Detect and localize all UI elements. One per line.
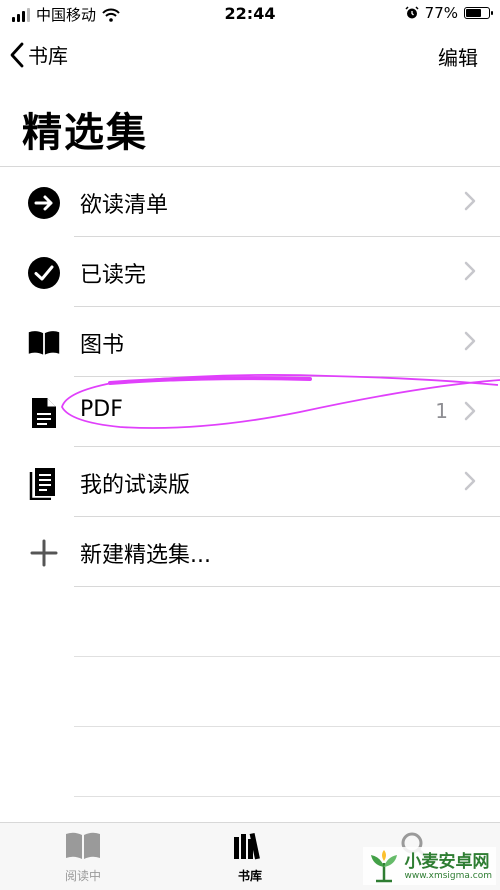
- back-label: 书库: [28, 44, 68, 68]
- nav-bar: 书库 编辑: [0, 30, 500, 80]
- plus-icon: [27, 536, 61, 570]
- chevron-left-icon: [10, 42, 24, 67]
- sample-pages-icon: [27, 466, 61, 500]
- empty-row: [0, 657, 500, 727]
- watermark: 小麦安卓网 www.xmsigma.com: [362, 847, 496, 885]
- list-item-label: 新建精选集...: [80, 543, 211, 568]
- document-icon: [27, 396, 61, 430]
- empty-row: [0, 587, 500, 657]
- chevron-right-icon: [464, 401, 476, 421]
- book-open-icon: [66, 832, 100, 859]
- tab-reading-now[interactable]: 阅读中: [33, 831, 133, 884]
- chevron-right-icon: [464, 261, 476, 281]
- alarm-icon: [405, 6, 419, 19]
- page-title: 精选集: [22, 110, 148, 156]
- tab-label: 阅读中: [64, 869, 101, 883]
- arrow-right-circle-icon: [27, 186, 61, 220]
- battery-fill: [466, 9, 482, 17]
- list-item-pdf[interactable]: PDF 1: [0, 377, 500, 447]
- watermark-name: 小麦安卓网: [404, 851, 490, 872]
- chevron-right-icon: [464, 471, 476, 491]
- list-item-label: PDF: [80, 397, 123, 422]
- list-item-samples[interactable]: 我的试读版: [0, 447, 500, 517]
- chevron-right-icon: [464, 191, 476, 211]
- list-item-label: 欲读清单: [80, 193, 169, 218]
- book-open-icon: [27, 326, 61, 360]
- back-button[interactable]: 书库: [10, 40, 68, 69]
- list-item-label: 图书: [80, 333, 125, 358]
- new-collection-button[interactable]: 新建精选集...: [0, 517, 500, 587]
- plant-logo-icon: [370, 850, 397, 883]
- battery-icon: [464, 7, 493, 19]
- status-bar: 中国移动 22:44 77%: [0, 0, 500, 30]
- tab-label: 书库: [237, 869, 262, 883]
- list-item-count: 1: [435, 399, 448, 423]
- list-item-finished[interactable]: 已读完: [0, 237, 500, 307]
- watermark-url: www.xmsigma.com: [404, 870, 492, 881]
- list-item-label: 已读完: [80, 263, 147, 288]
- battery-percent: 77%: [424, 4, 458, 22]
- list-item-books[interactable]: 图书: [0, 307, 500, 377]
- edit-button[interactable]: 编辑: [438, 42, 478, 71]
- chevron-right-icon: [464, 331, 476, 351]
- checkmark-circle-icon: [27, 256, 61, 290]
- tab-library[interactable]: 书库: [200, 831, 300, 884]
- list-item-label: 我的试读版: [80, 473, 191, 498]
- status-right: 77%: [405, 4, 493, 22]
- list-item-want-to-read[interactable]: 欲读清单: [0, 167, 500, 237]
- empty-row: [0, 727, 500, 797]
- library-icon: [234, 832, 260, 860]
- watermark-text-block: 小麦安卓网 www.xmsigma.com: [405, 852, 492, 881]
- row-divider: [74, 796, 500, 797]
- collections-list: 欲读清单 已读完 图书 PDF 1 我的试读版 新建精选集...: [0, 167, 500, 797]
